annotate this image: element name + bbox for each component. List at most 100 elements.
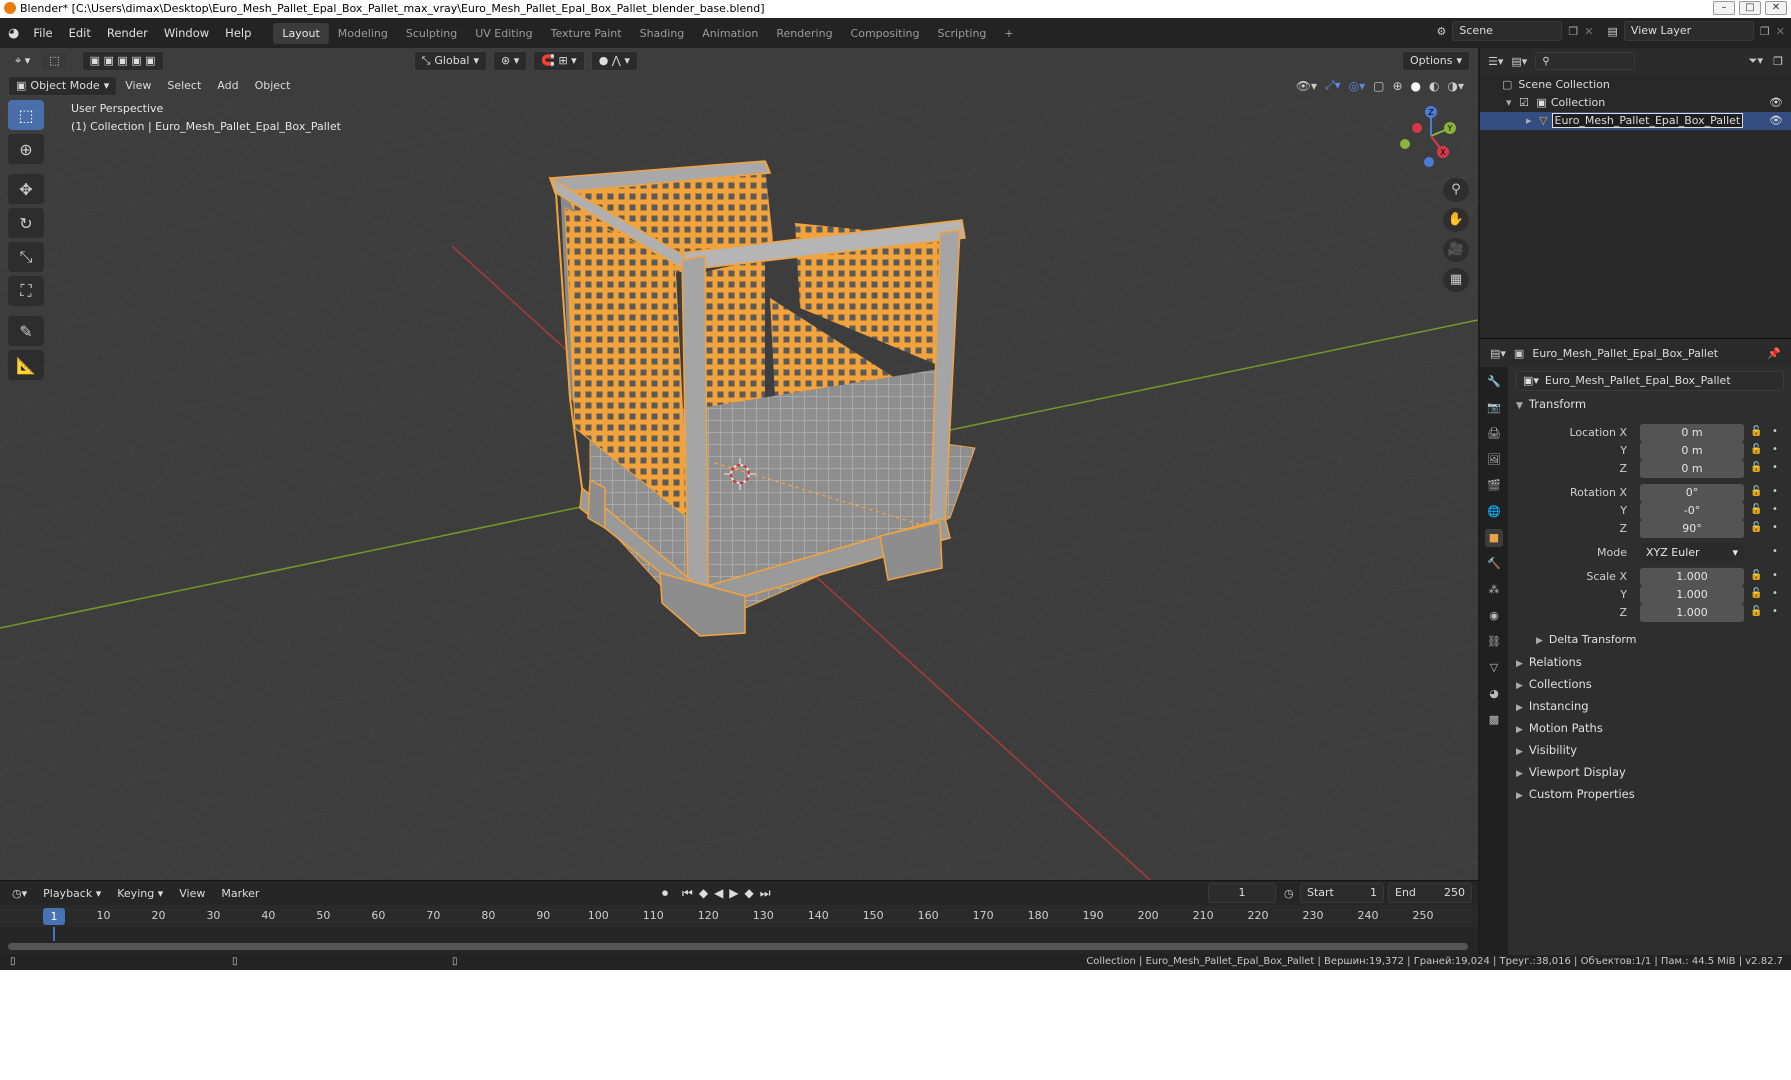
visibility-icon[interactable]: 👁▾ [1296, 79, 1317, 93]
object-visibility-icon[interactable]: 👁 [1769, 112, 1783, 130]
outliner-editor-icon[interactable]: ☰▾ [1488, 55, 1503, 68]
keyframe-dot-icon[interactable]: • [1772, 522, 1778, 533]
wireframe-shading-icon[interactable]: ⊕ [1392, 79, 1402, 93]
menu-window[interactable]: Window [156, 26, 217, 40]
current-frame-field[interactable]: 1 [1208, 883, 1276, 903]
world-tab-icon[interactable]: 🌐 [1485, 503, 1503, 521]
keyframe-dot-icon[interactable]: • [1772, 444, 1778, 455]
rotate-tool-icon[interactable]: ↻ [8, 208, 44, 238]
current-frame-marker[interactable]: 1 [43, 908, 65, 925]
new-scene-icon[interactable]: ❐ [1568, 25, 1578, 38]
lock-icon[interactable]: 🔓 [1750, 504, 1762, 515]
viewport-menu-view[interactable]: View [117, 79, 159, 92]
object-tab-icon[interactable]: ■ [1485, 529, 1503, 547]
keyframe-dot-icon[interactable]: • [1772, 546, 1778, 557]
maximize-button[interactable]: □ [1739, 1, 1761, 15]
frame-ruler[interactable]: 1 10 20 30 40 50 60 70 80 90 100 110 120 130 140 150 160… [0, 905, 1478, 927]
outliner-scene-collection[interactable]: ▢ Scene Collection [1480, 76, 1791, 94]
lock-icon[interactable]: 🔓 [1750, 522, 1762, 533]
tab-modeling[interactable]: Modeling [329, 23, 397, 44]
transform-orientation-dropdown[interactable]: ⤡ Global ▾ [413, 50, 488, 71]
view-layer-tab-icon[interactable]: 🖼 [1485, 451, 1503, 469]
overlay-toggle-icon[interactable]: ◎▾ [1349, 79, 1366, 93]
scale-x-field[interactable]: 1.000 [1640, 568, 1744, 586]
tool-tab-icon[interactable]: 🔧 [1485, 373, 1503, 391]
rotation-x-field[interactable]: 0° [1640, 484, 1744, 502]
lock-icon[interactable]: 🔓 [1750, 462, 1762, 473]
timeline-menu-marker[interactable]: Marker [213, 887, 267, 900]
measure-tool-icon[interactable]: 📐 [8, 350, 44, 380]
scale-y-field[interactable]: 1.000 [1640, 586, 1744, 604]
display-mode-icon[interactable]: ▤▾ [1511, 55, 1527, 68]
lock-icon[interactable]: 🔓 [1750, 588, 1762, 599]
tab-layout[interactable]: Layout [273, 22, 329, 44]
pivot-point-dropdown[interactable]: ⊛ ▾ [493, 50, 528, 71]
end-frame-field[interactable]: End 250 [1388, 883, 1472, 903]
tab-rendering[interactable]: Rendering [767, 23, 841, 44]
timeline-editor-type-icon[interactable]: ◷▾ [4, 887, 35, 900]
blender-menu-icon[interactable]: ◕ [0, 26, 25, 41]
play-reverse-icon[interactable]: ◀ [714, 886, 723, 901]
keyframe-dot-icon[interactable]: • [1772, 606, 1778, 617]
lock-icon[interactable]: 🔓 [1750, 606, 1762, 617]
data-tab-icon[interactable]: ▽ [1485, 659, 1503, 677]
menu-file[interactable]: File [25, 26, 60, 40]
physics-tab-icon[interactable]: ◉ [1485, 607, 1503, 625]
select-tool-icon[interactable]: ⬚ [41, 50, 68, 71]
constraints-tab-icon[interactable]: ⛓ [1485, 633, 1503, 651]
solid-shading-icon[interactable]: ● [1411, 79, 1421, 93]
filter-icon[interactable]: ⏷▾ [1749, 54, 1763, 68]
next-keyframe-icon[interactable]: ◆ [745, 886, 754, 901]
keyframe-dot-icon[interactable]: • [1772, 570, 1778, 581]
gizmo-neg-z-handle[interactable] [1424, 157, 1434, 167]
tab-shading[interactable]: Shading [631, 23, 694, 44]
location-z-field[interactable]: 0 m [1640, 460, 1744, 478]
relations-panel[interactable]: ▶ Relations [1516, 655, 1582, 669]
texture-tab-icon[interactable]: ▩ [1485, 711, 1503, 729]
menu-edit[interactable]: Edit [61, 26, 99, 40]
keyframe-dot-icon[interactable]: • [1772, 462, 1778, 473]
viewport-menu-select[interactable]: Select [159, 79, 209, 92]
keyframe-dot-icon[interactable]: • [1772, 504, 1778, 515]
move-tool-icon[interactable]: ✥ [8, 174, 44, 204]
collection-expand-icon[interactable]: ▾ [1506, 96, 1512, 109]
tab-uv-editing[interactable]: UV Editing [466, 23, 541, 44]
timeline-scrollbar[interactable] [8, 943, 1468, 950]
annotate-tool-icon[interactable]: ✎ [8, 316, 44, 346]
viewport-menu-object[interactable]: Object [247, 79, 299, 92]
lock-icon[interactable]: 🔓 [1750, 570, 1762, 581]
options-dropdown[interactable]: Options ▾ [1402, 50, 1470, 71]
scale-tool-icon[interactable]: ⤡ [8, 242, 44, 272]
pan-hand-icon[interactable]: ✋ [1443, 208, 1469, 232]
camera-view-icon[interactable]: 🎥 [1443, 238, 1469, 262]
material-shading-icon[interactable]: ◐ [1429, 79, 1439, 93]
close-window-button[interactable]: ✕ [1765, 1, 1787, 15]
new-view-layer-icon[interactable]: ❐ [1760, 25, 1770, 38]
minimize-button[interactable]: – [1713, 1, 1735, 15]
play-icon[interactable]: ▶ [729, 886, 738, 901]
custom-properties-panel[interactable]: ▶ Custom Properties [1516, 787, 1635, 801]
start-frame-field[interactable]: Start 1 [1300, 883, 1384, 903]
outliner-collection[interactable]: ▾ ☑ ▣ Collection 👁 [1480, 94, 1791, 112]
scene-tab-icon[interactable]: 🎬 [1485, 477, 1503, 495]
scale-z-field[interactable]: 1.000 [1640, 604, 1744, 622]
tab-compositing[interactable]: Compositing [842, 23, 929, 44]
selection-mode-buttons[interactable]: ▣ ▣ ▣ ▣ ▣ [81, 50, 164, 71]
collection-checkbox[interactable]: ☑ [1519, 96, 1529, 109]
visibility-panel[interactable]: ▶ Visibility [1516, 743, 1577, 757]
proportional-edit-toggle[interactable]: ● ⋀ ▾ [590, 50, 638, 71]
gizmo-toggle-icon[interactable]: ⤢▾ [1325, 78, 1341, 93]
prev-keyframe-icon[interactable]: ◆ [699, 886, 708, 901]
keyframe-dot-icon[interactable]: • [1772, 426, 1778, 437]
snap-toggle[interactable]: 🧲 ⊞ ▾ [533, 50, 585, 71]
cursor-tool-icon[interactable]: ⊕ [8, 134, 44, 164]
3d-viewport[interactable]: ⌖ ▾ ⬚ ▣ ▣ ▣ ▣ ▣ ⤡ Global ▾ ⊛ ▾ 🧲 ⊞ ▾ ● ⋀ … [0, 48, 1478, 880]
modifier-tab-icon[interactable]: 🔨 [1485, 555, 1503, 573]
rotation-y-field[interactable]: -0° [1640, 502, 1744, 520]
timeline-menu-view[interactable]: View [171, 887, 213, 900]
outliner-search-input[interactable]: ⚲ [1535, 52, 1636, 70]
rotation-z-field[interactable]: 90° [1640, 520, 1744, 538]
location-y-field[interactable]: 0 m [1640, 442, 1744, 460]
timeline-menu-keying[interactable]: Keying ▾ [109, 887, 171, 900]
jump-end-icon[interactable]: ⏭ [760, 886, 771, 901]
